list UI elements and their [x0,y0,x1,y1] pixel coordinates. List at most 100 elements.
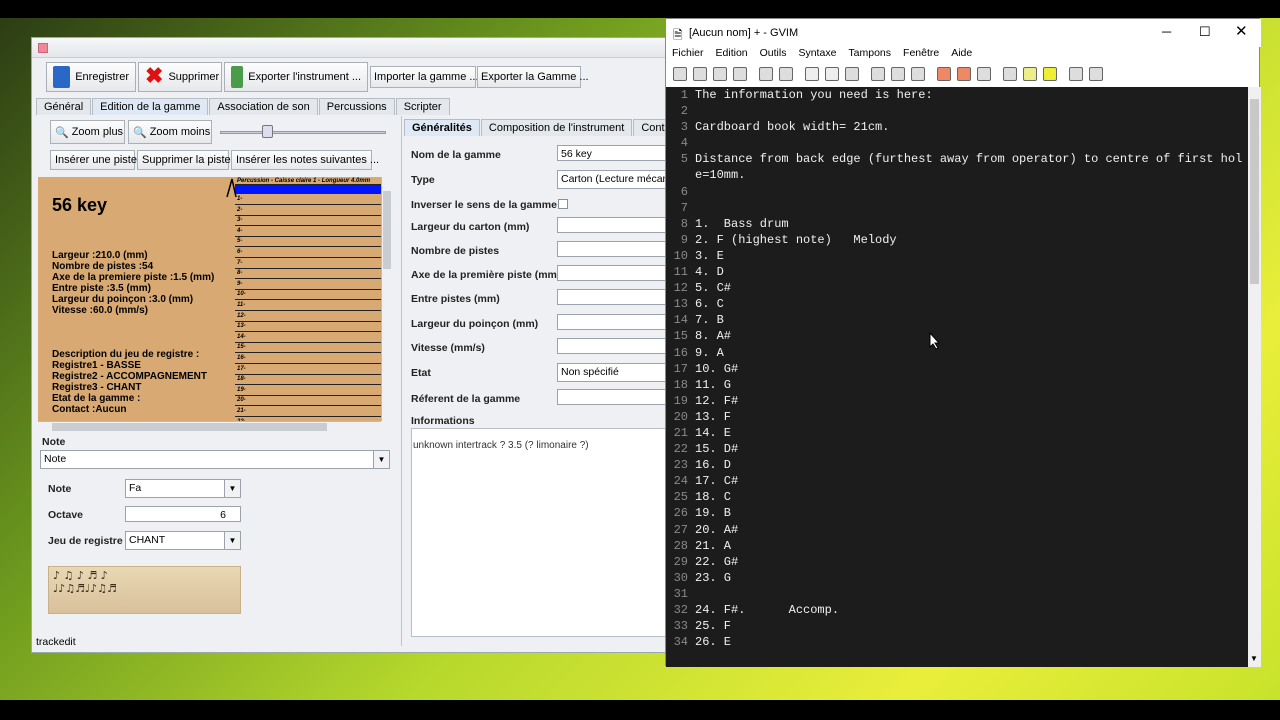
zoom-in-button[interactable]: 🔍 Zoom plus [50,120,125,144]
note-type-combo[interactable]: Note ▼ [40,450,390,469]
zoom-out-button[interactable]: 🔍 Zoom moins [128,120,212,144]
maximize-icon[interactable]: ☐ [1199,24,1211,40]
build-tags-icon[interactable] [1023,67,1037,81]
tab-generalities[interactable]: Généralités [404,119,480,136]
editor-scroll-thumb[interactable] [1250,99,1259,284]
track-row[interactable]: 16- [235,354,381,364]
hscroll-thumb[interactable] [52,423,327,431]
redo-icon[interactable] [779,67,793,81]
track-row[interactable]: 13- [235,322,381,333]
make-icon[interactable] [1003,67,1017,81]
prop-field[interactable] [557,217,669,233]
menu-outils[interactable]: Outils [754,47,793,63]
tab-instrument-composition[interactable]: Composition de l'instrument [480,119,633,136]
editor-line[interactable]: 6 [666,184,1248,200]
tab-scripter[interactable]: Scripter [395,98,450,115]
editor-line[interactable]: 15 8. A# [666,328,1248,344]
delete-button[interactable]: ✖ Supprimer [138,62,222,92]
editor-line[interactable]: 34 26. E [666,634,1248,650]
save-all-icon[interactable] [713,67,727,81]
track-row[interactable]: 21- [235,407,381,417]
undo-icon[interactable] [759,67,773,81]
track-row[interactable]: 20- [235,396,381,407]
track-row[interactable]: 8- [235,269,381,280]
prop-field[interactable] [557,389,669,405]
editor-line[interactable]: 22 15. D# [666,441,1248,457]
editor-line[interactable]: 7 [666,200,1248,216]
jump-tag-icon[interactable] [1043,67,1057,81]
editor-line[interactable]: 18 11. G [666,377,1248,393]
tab-scale-edit[interactable]: Edition de la gamme [92,98,209,115]
editor-line[interactable]: 21 14. E [666,425,1248,441]
track-row[interactable]: 12- [235,312,381,322]
run-script-icon[interactable] [977,67,991,81]
track-row[interactable]: 6- [235,248,381,258]
track-row[interactable]: 11- [235,301,381,311]
find-next-icon[interactable] [891,67,905,81]
scroll-down-icon[interactable]: ▼ [1250,654,1258,663]
menu-edition[interactable]: Edition [710,47,754,63]
prop-field[interactable]: 56 key [557,145,669,161]
prop-field[interactable]: Carton (Lecture mécan [557,170,669,189]
prop-field[interactable] [557,241,669,257]
tab-sound-association[interactable]: Association de son [209,98,318,115]
menu-tampons[interactable]: Tampons [842,47,897,63]
editor-line[interactable]: 29 22. G# [666,554,1248,570]
prop-field[interactable] [557,265,669,281]
paste-icon[interactable] [845,67,859,81]
editor-line[interactable]: 13 6. C [666,296,1248,312]
scale-track-view[interactable]: 56 key Largeur :210.0 (mm) Nombre de pis… [38,177,381,421]
find-prev-icon[interactable] [911,67,925,81]
register-combo[interactable]: CHANT ▼ [125,531,241,550]
insert-notes-button[interactable]: Insérer les notes suivantes ... [231,150,379,170]
track-row[interactable]: 5- [235,237,381,248]
editor-line[interactable]: 24 17. C# [666,473,1248,489]
editor-line[interactable]: 4 [666,135,1248,151]
editor-line[interactable]: 16 9. A [666,345,1248,361]
track-row[interactable]: 14- [235,333,381,343]
export-scale-button[interactable]: Exporter la Gamme ... [477,66,589,88]
track-row[interactable]: 4- [235,227,381,237]
tab-percussions[interactable]: Percussions [318,98,395,115]
save-button[interactable]: Enregistrer [46,62,136,92]
note-value-combo[interactable]: Fa ▼ [125,479,241,498]
cut-icon[interactable] [805,67,819,81]
tab-general[interactable]: Général [36,98,92,115]
editor-line[interactable]: 2 [666,103,1248,119]
editor-line[interactable]: 12 5. C# [666,280,1248,296]
editor-line[interactable]: 25 18. C [666,489,1248,505]
editor-line[interactable]: 19 12. F# [666,393,1248,409]
vscroll-thumb[interactable] [383,191,391,269]
open-icon[interactable] [673,67,687,81]
prop-field[interactable]: Non spécifié [557,363,669,382]
export-instrument-button[interactable]: Exporter l'instrument ... [224,62,368,92]
menu-fichier[interactable]: Fichier [666,47,710,63]
editor-line[interactable]: 5 Distance from back edge (furthest away … [666,151,1248,167]
track-row[interactable]: 7- [235,259,381,269]
track-view-hscrollbar[interactable] [38,421,381,432]
editor-line[interactable]: 23 16. D [666,457,1248,473]
editor-line[interactable]: 33 25. F [666,618,1248,634]
save-icon[interactable] [693,67,707,81]
menu-aide[interactable]: Aide [945,47,978,63]
invert-scale-checkbox[interactable] [558,199,568,209]
editor-scrollbar[interactable]: ▼ [1248,87,1261,667]
editor-line[interactable]: 28 21. A [666,538,1248,554]
editor-line[interactable]: 10 3. E [666,248,1248,264]
insert-track-button[interactable]: Insérer une piste [50,150,137,170]
editor-line[interactable]: 17 10. G# [666,361,1248,377]
editor-line[interactable]: 14 7. B [666,312,1248,328]
octave-spinner[interactable]: 6 [125,506,241,522]
find-icon[interactable] [871,67,885,81]
text-editor[interactable]: 1 The information you need is here: 2 3 Card… [666,87,1248,667]
track-row[interactable]: 10- [235,290,381,301]
print-icon[interactable] [733,67,747,81]
minimize-icon[interactable]: ─ [1162,24,1171,39]
editor-line[interactable]: 3 Cardboard book width= 21cm. [666,119,1248,135]
information-textarea[interactable]: unknown intertrack ? 3.5 (? limonaire ?) [411,428,667,637]
track-view-vscrollbar[interactable] [381,177,392,421]
track-row[interactable]: 3- [235,216,381,227]
editor-line[interactable]: 20 13. F [666,409,1248,425]
track-row[interactable]: 15- [235,343,381,354]
load-session-icon[interactable] [937,67,951,81]
